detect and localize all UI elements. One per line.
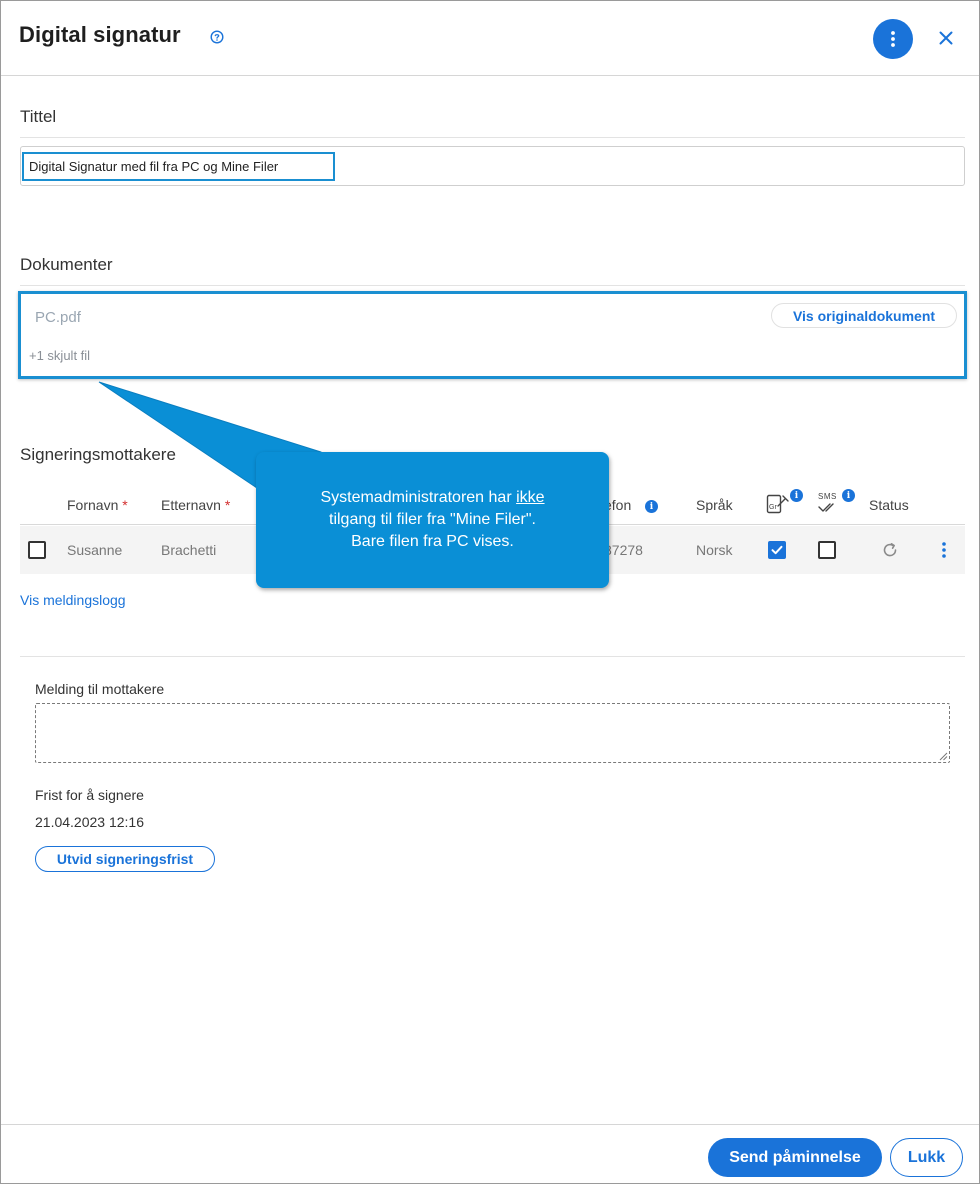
close-icon: [939, 31, 953, 45]
documents-section-label: Dokumenter: [20, 255, 113, 274]
title-input-value[interactable]: Digital Signatur med fil fra PC og Mine …: [29, 159, 278, 174]
sms-icon: [818, 503, 834, 512]
help-circle-icon[interactable]: [210, 30, 224, 44]
sms-info-icon[interactable]: i: [842, 489, 855, 502]
sms-icon-text: SMS: [818, 492, 837, 501]
dialog-title: Digital signatur: [19, 22, 181, 47]
required-marker: *: [122, 497, 128, 513]
column-header-first-name-label: Fornavn: [67, 497, 119, 513]
hidden-files-link[interactable]: +1 skjult fil: [29, 348, 90, 363]
column-header-last-name: Etternavn *: [161, 497, 230, 513]
footer-divider: [1, 1124, 979, 1125]
recipient-phone: 87278: [604, 542, 643, 558]
column-header-status: Status: [869, 497, 909, 513]
more-options-button[interactable]: [873, 19, 913, 59]
dialog-header: Digital signatur: [1, 1, 979, 76]
deadline-value: 21.04.2023 12:16: [35, 814, 144, 830]
recipient-first-name: Susanne: [67, 542, 123, 558]
sign-checkbox[interactable]: [768, 541, 786, 559]
divider: [20, 285, 965, 286]
close-dialog-button[interactable]: Lukk: [890, 1138, 963, 1177]
column-header-language: Språk: [696, 497, 733, 513]
recipient-last-name: Brachetti: [161, 542, 217, 558]
callout-line2: tilgang til filer fra "Mine Filer".: [329, 511, 536, 528]
divider: [20, 137, 965, 138]
recipient-language: Norsk: [696, 542, 733, 558]
signature-icon-text: Gr: [769, 504, 777, 511]
view-original-document-button[interactable]: Vis originaldokument: [771, 303, 957, 328]
view-message-log-link[interactable]: Vis meldingslogg: [20, 592, 126, 608]
column-header-first-name: Fornavn *: [67, 497, 128, 513]
refresh-icon[interactable]: [881, 541, 899, 559]
digital-signature-dialog: Digital signatur Tittel Digital Signatur…: [0, 0, 980, 1184]
sms-checkbox[interactable]: [818, 541, 836, 559]
annotation-callout: Systemadministratoren har ikke tilgang t…: [256, 452, 609, 588]
title-section-label: Tittel: [20, 107, 57, 126]
extend-deadline-button[interactable]: Utvid signeringsfrist: [35, 846, 215, 872]
check-icon: [771, 545, 783, 555]
message-label: Melding til mottakere: [35, 681, 165, 697]
required-marker: *: [224, 497, 231, 513]
phone-info-icon[interactable]: i: [645, 500, 658, 513]
send-reminder-button[interactable]: Send påminnelse: [708, 1138, 882, 1177]
divider: [20, 656, 965, 657]
row-kebab-menu-icon[interactable]: [941, 541, 947, 559]
column-header-last-name-label: Etternavn: [161, 497, 221, 513]
document-file-name: PC.pdf: [35, 309, 81, 326]
resize-handle-icon[interactable]: [939, 752, 948, 761]
message-textarea[interactable]: [35, 703, 950, 763]
kebab-menu-icon: [891, 31, 895, 47]
recipients-section-label: Signeringsmottakere: [20, 445, 176, 464]
signature-info-icon[interactable]: i: [790, 489, 803, 502]
callout-line3: Bare filen fra PC vises.: [351, 533, 514, 550]
callout-line1: Systemadministratoren har: [320, 489, 517, 506]
row-select-checkbox[interactable]: [28, 541, 46, 559]
callout-emphasis: ikke: [516, 489, 545, 506]
deadline-label: Frist for å signere: [35, 787, 144, 803]
close-button[interactable]: [936, 28, 956, 48]
callout-text: Systemadministratoren har ikke tilgang t…: [256, 487, 609, 553]
